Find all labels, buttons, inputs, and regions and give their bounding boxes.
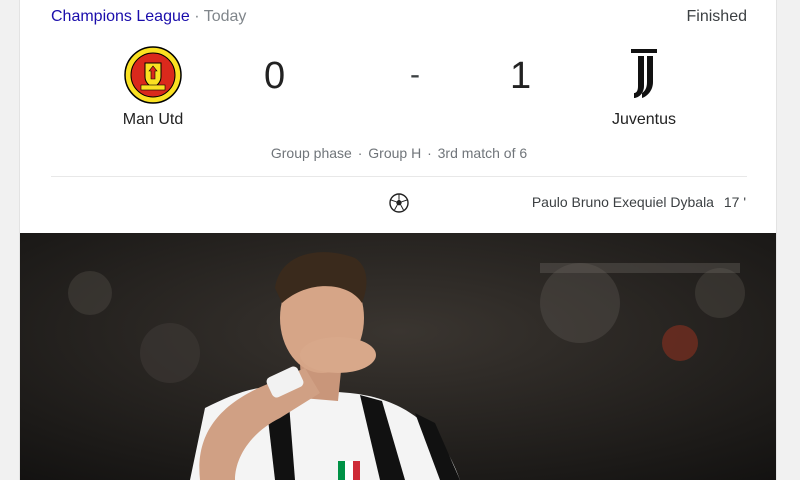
man-utd-crest-icon bbox=[124, 46, 182, 104]
header-separator: · bbox=[194, 8, 200, 25]
player-celebration-image bbox=[20, 233, 776, 480]
scorer-name: Paulo Bruno Exequiel Dybala bbox=[531, 194, 714, 210]
home-team[interactable]: Man Utd bbox=[83, 45, 223, 129]
soccer-ball-icon bbox=[389, 193, 409, 213]
match-photo[interactable] bbox=[20, 233, 776, 480]
home-team-name: Man Utd bbox=[122, 111, 184, 128]
meta-group: Group H bbox=[368, 145, 422, 161]
score-separator: - bbox=[410, 58, 420, 91]
competition-link[interactable]: Champions League bbox=[51, 8, 190, 25]
match-status: Finished bbox=[686, 8, 747, 25]
meta-match: 3rd match of 6 bbox=[437, 145, 528, 161]
away-team-name: Juventus bbox=[611, 111, 677, 128]
divider bbox=[51, 176, 747, 177]
goal-scorer: Paulo Bruno Exequiel Dybala 17 ' bbox=[532, 194, 746, 210]
match-header: Champions League · Today Finished bbox=[51, 8, 747, 28]
meta-separator-1: · bbox=[357, 145, 363, 161]
away-team[interactable]: Juventus bbox=[574, 45, 714, 129]
match-meta: Group phase · Group H · 3rd match of 6 bbox=[20, 145, 776, 161]
goal-minute: 17 ' bbox=[723, 194, 746, 210]
match-date: Today bbox=[203, 8, 247, 25]
juventus-crest-icon bbox=[631, 49, 657, 98]
meta-separator-2: · bbox=[427, 145, 432, 161]
meta-phase: Group phase bbox=[270, 145, 352, 161]
home-score: 0 bbox=[264, 55, 286, 97]
match-card[interactable]: Champions League · Today Finished Man Ut… bbox=[19, 0, 777, 480]
away-score: 1 bbox=[510, 55, 532, 97]
